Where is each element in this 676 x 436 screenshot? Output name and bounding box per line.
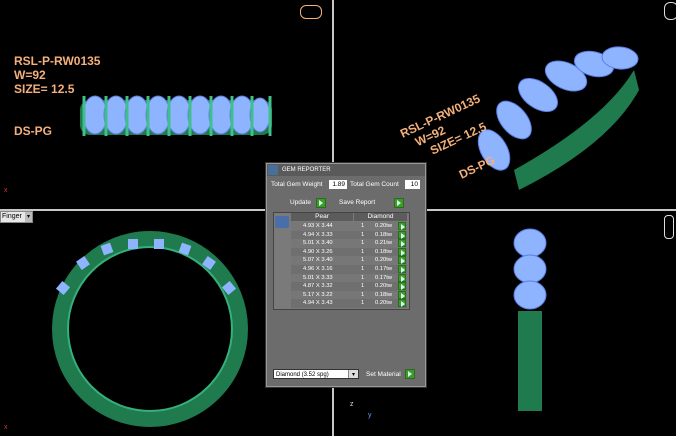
gem-size: 4.87 X 3.32 [303, 283, 333, 290]
gem-size: 5.01 X 3.33 [303, 274, 333, 281]
row-select-button[interactable] [398, 239, 406, 248]
gem-table: Pear Diamond 4.93 X 3.44 1 0.20tw 4.94 X 3.… [273, 212, 410, 310]
row-select-button[interactable] [398, 256, 406, 265]
axis-z-label: z [350, 401, 354, 408]
gem-quantity: 1 [361, 291, 365, 298]
view-dropdown-value: Finger [2, 213, 22, 220]
chevron-down-icon: ▾ [348, 370, 358, 378]
header-pear: Pear [291, 213, 353, 221]
gem-weight: 0.20tw [375, 223, 393, 229]
row-select-button[interactable] [398, 299, 406, 308]
set-material-label: Set Material [366, 371, 401, 378]
table-row[interactable]: 4.93 X 3.44 1 0.20tw [291, 222, 407, 231]
gem-weight: 0.17tw [375, 274, 393, 281]
table-row[interactable]: 4.90 X 3.26 1 0.18tw [291, 247, 407, 257]
gem-quantity: 1 [361, 274, 365, 281]
ring-thumbnail-icon[interactable] [664, 2, 676, 20]
gem-size: 4.93 X 3.44 [303, 223, 333, 229]
chevron-down-icon: ▾ [25, 212, 32, 222]
table-row[interactable]: 5.07 X 3.40 1 0.20tw [291, 256, 407, 265]
gem-size: 4.96 X 3.16 [303, 266, 333, 272]
axis-x-marker: x [4, 187, 8, 194]
axis-x-marker: x [4, 424, 8, 431]
gem-weight: 0.21tw [375, 240, 393, 247]
gem-quantity: 1 [361, 283, 365, 290]
row-select-button[interactable] [398, 222, 406, 230]
gem-quantity: 1 [361, 223, 365, 229]
gem-size: 4.90 X 3.26 [303, 248, 333, 255]
ring-thumbnail-icon[interactable] [300, 5, 322, 19]
view-dropdown[interactable]: Finger ▾ [0, 211, 33, 223]
table-row[interactable]: 5.01 X 3.33 1 0.17tw [291, 273, 407, 283]
table-row[interactable]: 4.94 X 3.33 1 0.18tw [291, 230, 407, 240]
row-select-button[interactable] [398, 247, 406, 256]
gem-weight: 0.18tw [375, 291, 393, 298]
total-weight-label: Total Gem Weight [271, 181, 323, 188]
header-diamond: Diamond [354, 213, 407, 221]
save-report-button[interactable] [394, 198, 404, 208]
table-row[interactable]: 5.17 X 3.22 1 0.18tw [291, 290, 407, 300]
total-count-label: Total Gem Count [350, 181, 399, 188]
total-weight-value: 1.89 [329, 180, 347, 189]
update-label: Update [290, 199, 311, 206]
table-row[interactable]: 4.87 X 3.32 1 0.20tw [291, 282, 407, 291]
axis-y-label: y [368, 412, 372, 419]
row-select-button[interactable] [398, 273, 406, 282]
save-report-label: Save Report [339, 199, 376, 206]
row-select-button[interactable] [398, 282, 406, 291]
table-row[interactable]: 5.01 X 3.40 1 0.21tw [291, 239, 407, 248]
gem-size: 5.07 X 3.40 [303, 257, 333, 264]
gem-quantity: 1 [361, 231, 365, 238]
gem-weight: 0.18tw [375, 248, 393, 255]
material-select[interactable]: Diamond (3.52 spg) ▾ [273, 369, 359, 379]
gem-size: 5.01 X 3.40 [303, 240, 333, 247]
gem-quantity: 1 [361, 240, 365, 247]
pear-shape-icon [275, 216, 289, 228]
gem-weight: 0.20tw [375, 257, 393, 264]
table-row[interactable]: 4.96 X 3.16 1 0.17tw [291, 265, 407, 274]
total-count-value: 10 [405, 180, 420, 189]
gem-weight: 0.17tw [375, 266, 393, 272]
update-button[interactable] [316, 198, 326, 208]
row-select-button[interactable] [398, 265, 406, 273]
dialog-titlebar[interactable]: GEM REPORTER [267, 164, 425, 176]
gem-size: 4.94 X 3.33 [303, 231, 333, 238]
ring-thumbnail-icon[interactable] [664, 215, 674, 239]
gem-quantity: 1 [361, 248, 365, 255]
material-select-value: Diamond (3.52 spg) [276, 372, 329, 378]
row-select-button[interactable] [398, 230, 406, 239]
gem-quantity: 1 [361, 266, 365, 272]
gem-size: 5.17 X 3.22 [303, 291, 333, 298]
gem-size: 4.94 X 3.43 [303, 300, 333, 307]
row-select-button[interactable] [398, 290, 406, 299]
gem-quantity: 1 [361, 257, 365, 264]
set-material-button[interactable] [405, 369, 415, 379]
gem-weight: 0.18tw [375, 231, 393, 238]
gem-quantity: 1 [361, 300, 365, 307]
dialog-title: GEM REPORTER [282, 167, 331, 173]
gem-weight: 0.20tw [375, 300, 393, 307]
table-row[interactable]: 4.94 X 3.43 1 0.20tw [291, 299, 407, 308]
gem-reporter-icon [268, 165, 278, 175]
gem-weight: 0.20tw [375, 283, 393, 290]
